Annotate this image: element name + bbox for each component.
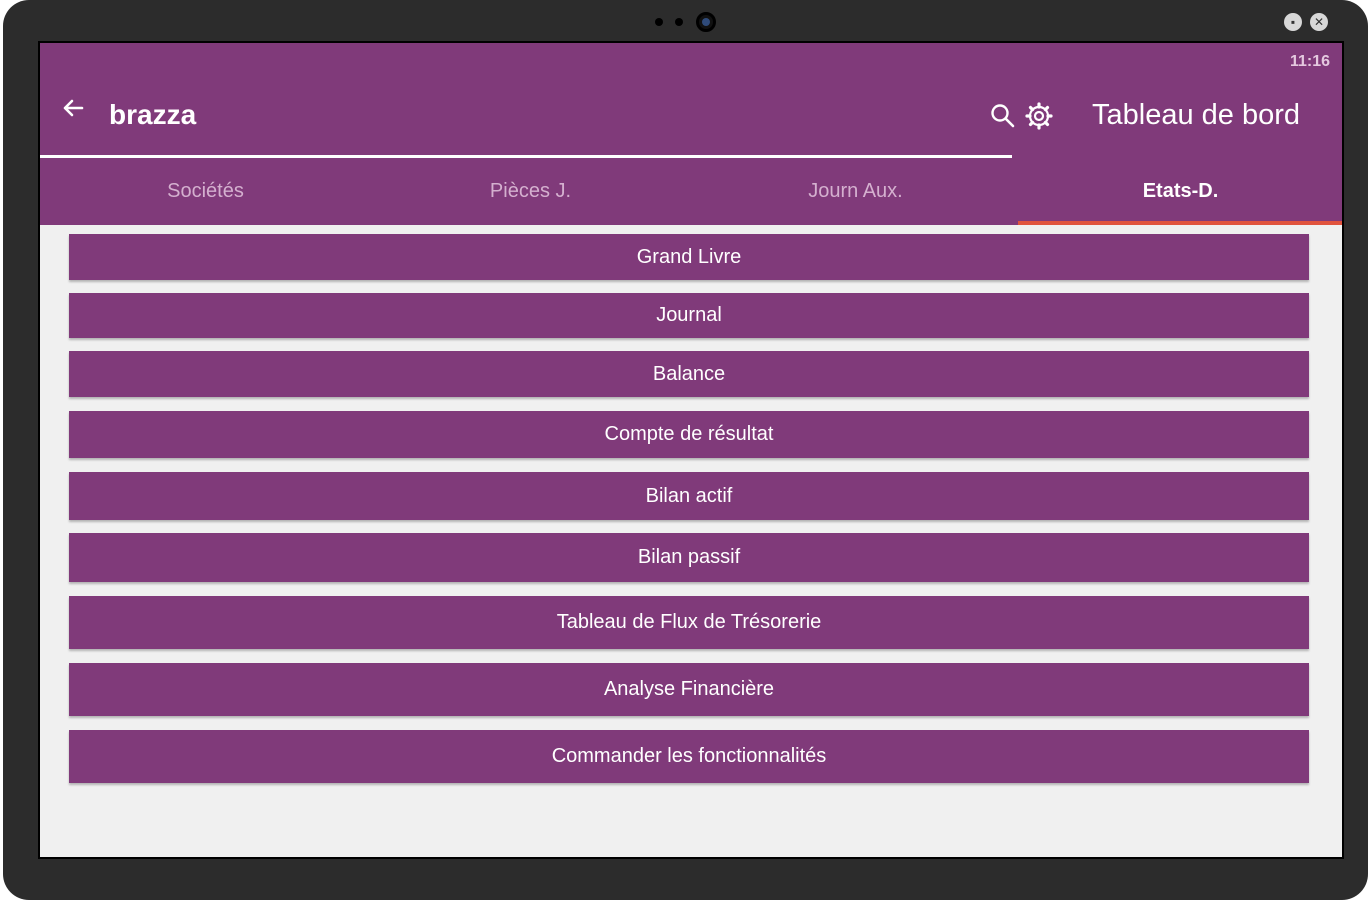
compte-resultat-button[interactable]: Compte de résultat: [69, 411, 1309, 458]
close-icon[interactable]: ✕: [1310, 13, 1328, 31]
app-title: brazza: [109, 99, 197, 130]
tab-bar: Sociétés Pièces J. Journ Aux. Etats-D.: [43, 161, 1342, 225]
tab-pieces[interactable]: Pièces J.: [368, 161, 693, 221]
tab-societes[interactable]: Sociétés: [43, 161, 368, 221]
dashboard-title: Tableau de bord: [1092, 99, 1300, 131]
back-arrow-icon[interactable]: [58, 93, 88, 123]
sensor-dot: [675, 18, 683, 26]
tablet-frame: ▪ ✕ 11:16 brazza Tableau de bord Société…: [3, 0, 1368, 900]
flux-tresorerie-button[interactable]: Tableau de Flux de Trésorerie: [69, 596, 1309, 649]
tab-etats[interactable]: Etats-D.: [1018, 161, 1342, 225]
bilan-passif-button[interactable]: Bilan passif: [69, 533, 1309, 582]
journal-button[interactable]: Journal: [69, 293, 1309, 338]
commander-fonctionnalites-button[interactable]: Commander les fonctionnalités: [69, 730, 1309, 783]
minimize-icon[interactable]: ▪: [1284, 13, 1302, 31]
bilan-actif-button[interactable]: Bilan actif: [69, 472, 1309, 520]
grand-livre-button[interactable]: Grand Livre: [69, 234, 1309, 280]
status-time: 11:16: [1289, 53, 1330, 70]
analyse-financiere-button[interactable]: Analyse Financière: [69, 663, 1309, 716]
app-screen: 11:16 brazza Tableau de bord Sociétés Pi…: [38, 41, 1344, 859]
balance-button[interactable]: Balance: [69, 351, 1309, 397]
search-icon[interactable]: [988, 101, 1018, 131]
app-bar: 11:16 brazza Tableau de bord Sociétés Pi…: [40, 43, 1342, 225]
camera-icon: [696, 12, 716, 32]
tab-journ-aux[interactable]: Journ Aux.: [693, 161, 1018, 221]
gear-icon[interactable]: [1024, 101, 1054, 131]
search-underline: [40, 155, 1012, 158]
sensor-dot: [655, 18, 663, 26]
